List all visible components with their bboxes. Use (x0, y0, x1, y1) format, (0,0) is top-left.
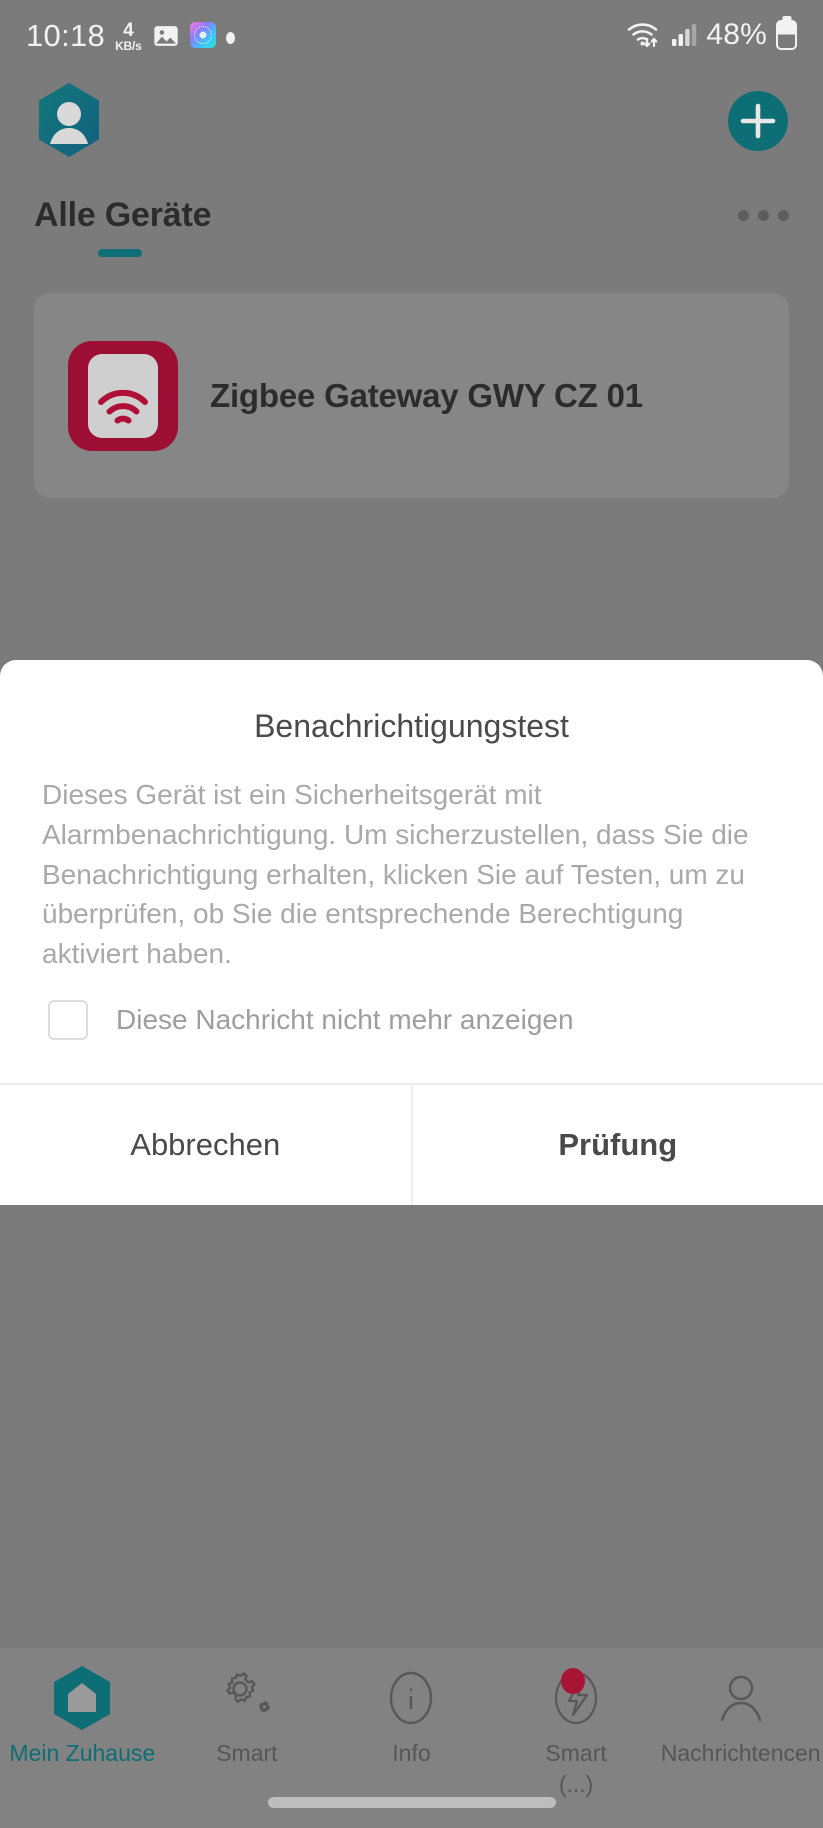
colorful-app-icon (189, 21, 216, 48)
nav-item-mein-zuhause[interactable]: Mein Zuhause (0, 1662, 165, 1767)
more-options-dot (738, 210, 749, 221)
dont-show-again-row[interactable]: Diese Nachricht nicht mehr anzeigen (48, 999, 781, 1040)
nav-item-smart[interactable]: Smart (165, 1662, 330, 1767)
nav-label-info: Info (392, 1740, 431, 1766)
gears-icon (213, 1662, 281, 1734)
notification-test-dialog: Benachrichtigungstest Dieses Gerät ist e… (0, 660, 823, 1205)
network-speed-value: 4 (123, 19, 134, 41)
device-card-zigbee-gateway[interactable]: Zigbee Gateway GWY CZ 01 (34, 293, 789, 498)
nav-label-smart: Smart (216, 1740, 278, 1766)
page-title: Alle Geräte (34, 196, 212, 234)
person-icon (710, 1662, 772, 1734)
nav-sublabel-smart-scene: (...) (558, 1771, 594, 1797)
dialog-title: Benachrichtigungstest (254, 708, 569, 744)
network-speed-indicator: 4 KB/s (115, 21, 142, 53)
more-options-dot (758, 210, 769, 221)
profile-hexagon-icon[interactable] (34, 82, 104, 160)
network-speed-unit: KB/s (115, 38, 142, 53)
zigbee-gateway-signal-icon (68, 340, 178, 451)
dont-show-again-checkbox[interactable] (48, 999, 88, 1040)
zigbee-gateway-icon-inner (88, 353, 158, 438)
battery-percent-label: 48% (706, 18, 767, 51)
dont-show-again-label: Diese Nachricht nicht mehr anzeigen (116, 1003, 574, 1035)
status-clock: 10:18 (26, 17, 106, 53)
add-device-button[interactable] (727, 90, 789, 152)
lightning-circle-icon (545, 1662, 607, 1734)
battery-icon (776, 20, 797, 50)
home-hexagon-icon (47, 1662, 117, 1734)
device-name-label: Zigbee Gateway GWY CZ 01 (210, 376, 643, 414)
section-header: Alle Geräte (0, 196, 823, 235)
wifi-transfer-icon (626, 19, 662, 52)
cancel-button[interactable]: Abbrechen (0, 1085, 411, 1205)
notification-badge (561, 1668, 586, 1694)
dialog-body-text: Dieses Gerät ist ein Sicherheitsgerät mi… (42, 779, 749, 969)
dot-indicator-icon-wrapper (225, 31, 235, 53)
more-options-dot (778, 210, 789, 221)
dot-indicator-icon (225, 31, 235, 44)
home-indicator[interactable] (267, 1797, 556, 1808)
colorful-app-icon-wrapper (189, 21, 216, 53)
info-circle-icon (380, 1662, 442, 1734)
status-bar: 10:18 4 KB/s 48% (0, 0, 823, 72)
active-tab-underline (98, 249, 142, 257)
dialog-action-bar: Abbrechen Prüfung (0, 1083, 823, 1205)
cellular-signal-icon (671, 21, 697, 50)
status-bar-right: 48% (626, 18, 797, 54)
nav-item-smart-scene[interactable]: Smart (...) (494, 1662, 659, 1798)
status-bar-left: 10:18 4 KB/s (26, 20, 626, 53)
nav-label-smart-scene: Smart (545, 1740, 607, 1766)
nav-label-nachrichtencenter: Nachrichtencen (660, 1740, 821, 1766)
image-icon (152, 22, 180, 53)
nav-item-info[interactable]: Info (329, 1662, 494, 1767)
nav-item-nachrichtencenter[interactable]: Nachrichtencen (658, 1662, 823, 1767)
confirm-test-button[interactable]: Prüfung (413, 1085, 823, 1205)
bottom-navigation-bar: Mein Zuhause Smart Info Smart (...) Nach… (0, 1648, 823, 1828)
nav-label-mein-zuhause: Mein Zuhause (9, 1740, 156, 1766)
more-options-icon[interactable] (738, 210, 789, 221)
app-top-bar (0, 72, 823, 170)
